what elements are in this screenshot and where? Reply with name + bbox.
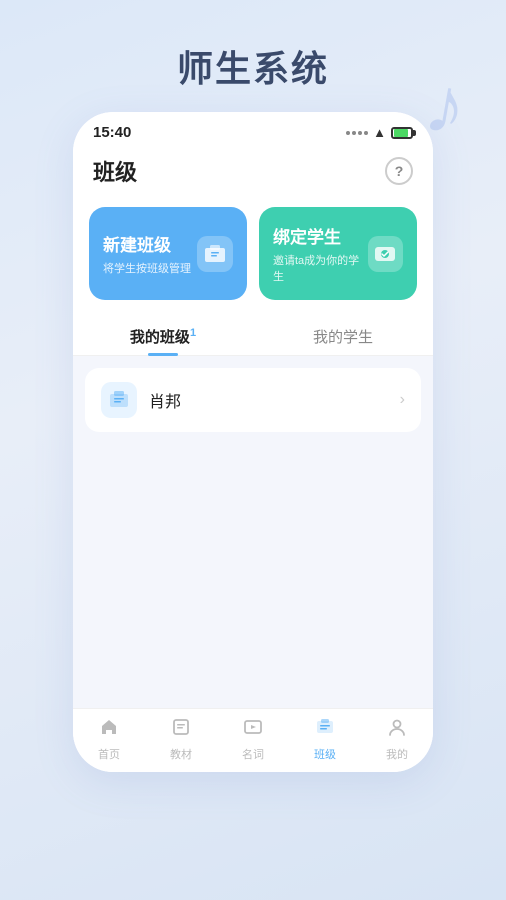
status-icons: ▲ — [346, 125, 413, 140]
page-bg-title: 师生系统 — [177, 40, 329, 92]
new-class-subtitle: 将学生按班级管理 — [103, 260, 191, 276]
content-area: 肖邦 › — [73, 356, 433, 708]
status-bar: 15:40 ▲ — [73, 112, 433, 147]
nav-item-home[interactable]: 首页 — [73, 717, 145, 762]
class-list-item[interactable]: 肖邦 › — [85, 368, 421, 432]
tab-my-classes[interactable]: 我的班级1 — [73, 316, 253, 355]
new-class-button[interactable]: 新建班级 将学生按班级管理 — [89, 207, 247, 300]
materials-icon — [171, 717, 191, 743]
nav-home-label: 首页 — [98, 746, 120, 762]
new-class-title: 新建班级 — [103, 231, 191, 256]
status-time: 15:40 — [93, 124, 131, 141]
home-icon — [99, 717, 119, 743]
bind-student-title: 绑定学生 — [273, 223, 368, 248]
bind-student-subtitle: 邀请ta成为你的学生 — [273, 252, 368, 284]
tab-my-classes-badge: 1 — [190, 327, 196, 339]
lectures-icon — [243, 717, 263, 743]
nav-item-classes[interactable]: 班级 — [289, 717, 361, 762]
action-row: 新建班级 将学生按班级管理 绑定学生 邀请ta成为你的学生 — [73, 199, 433, 316]
nav-item-profile[interactable]: 我的 — [361, 717, 433, 762]
section-title: 班级 — [93, 155, 137, 187]
tab-my-classes-label: 我的班级 — [130, 329, 190, 346]
nav-profile-label: 我的 — [386, 746, 408, 762]
profile-icon — [387, 717, 407, 743]
app-header: 班级 ? — [73, 147, 433, 199]
wifi-icon: ▲ — [373, 125, 386, 140]
new-class-icon — [197, 236, 233, 272]
tab-bar: 我的班级1 我的学生 — [73, 316, 433, 356]
classes-icon — [315, 717, 335, 743]
battery-icon — [391, 127, 413, 139]
help-button[interactable]: ? — [385, 157, 413, 185]
bind-student-icon — [368, 236, 403, 272]
tab-my-students[interactable]: 我的学生 — [253, 316, 433, 355]
nav-lectures-label: 名词 — [242, 746, 264, 762]
bind-student-button[interactable]: 绑定学生 邀请ta成为你的学生 — [259, 207, 417, 300]
class-item-name: 肖邦 — [149, 388, 388, 412]
bottom-nav: 首页 教材 名词 — [73, 708, 433, 772]
nav-classes-label: 班级 — [314, 746, 336, 762]
tab-active-indicator — [148, 353, 178, 356]
class-item-icon — [101, 382, 137, 418]
signal-icon — [346, 131, 368, 135]
tab-my-students-label: 我的学生 — [313, 329, 373, 346]
nav-materials-label: 教材 — [170, 746, 192, 762]
nav-item-materials[interactable]: 教材 — [145, 717, 217, 762]
class-item-chevron-icon: › — [400, 391, 405, 409]
nav-item-lectures[interactable]: 名词 — [217, 717, 289, 762]
phone-frame: 15:40 ▲ 班级 ? 新建班级 将学生按班级管理 — [73, 112, 433, 772]
